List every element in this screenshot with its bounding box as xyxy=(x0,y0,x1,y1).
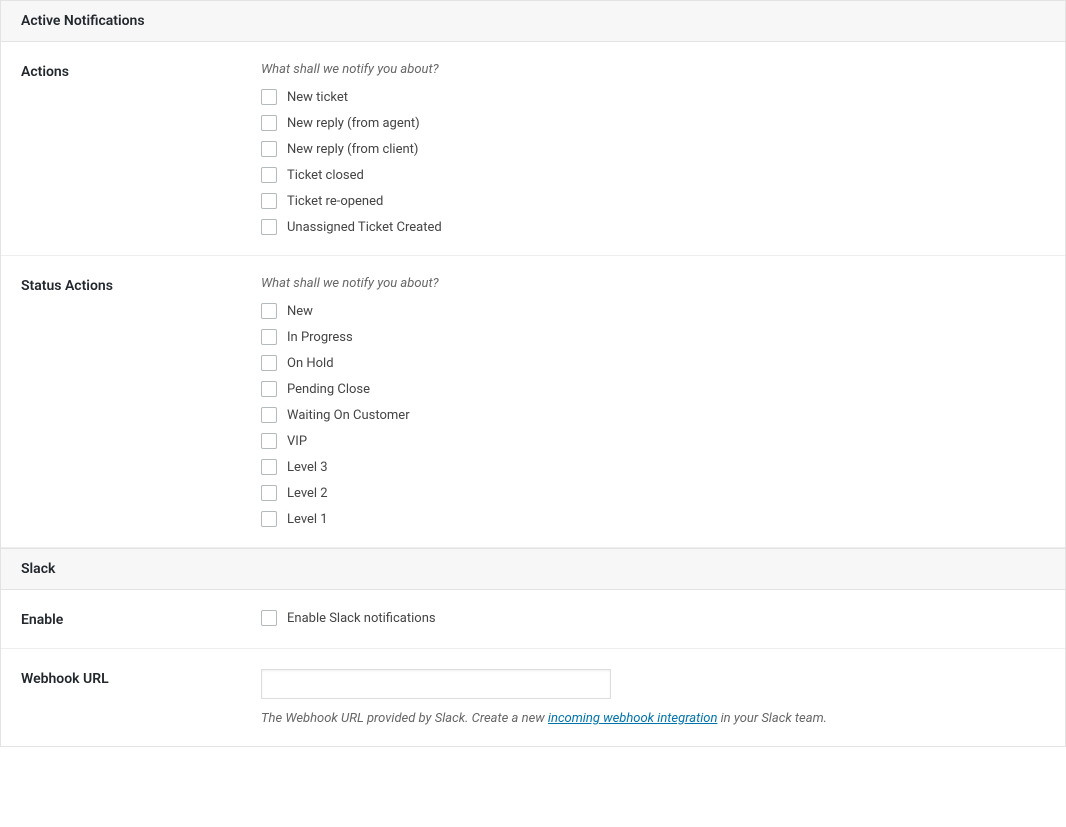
checkbox-status-level-1[interactable] xyxy=(261,511,277,527)
row-body-status-actions: What shall we notify you about? New In P… xyxy=(261,276,1045,527)
row-label-status-actions: Status Actions xyxy=(21,276,261,527)
checkbox-label: Pending Close xyxy=(287,382,370,397)
checkbox-label: Enable Slack notifications xyxy=(287,611,436,626)
row-body-webhook: The Webhook URL provided by Slack. Creat… xyxy=(261,669,1045,726)
checkbox-label: New reply (from agent) xyxy=(287,116,420,131)
checkbox-label: New ticket xyxy=(287,90,348,105)
checkbox-line-unassigned-ticket: Unassigned Ticket Created xyxy=(261,219,1045,235)
checkbox-line-new: New xyxy=(261,303,1045,319)
row-webhook-url: Webhook URL The Webhook URL provided by … xyxy=(1,649,1065,746)
row-body-enable: Enable Slack notifications xyxy=(261,610,1045,628)
checkbox-status-vip[interactable] xyxy=(261,433,277,449)
checkbox-status-in-progress[interactable] xyxy=(261,329,277,345)
checkbox-enable-slack[interactable] xyxy=(261,610,277,626)
row-label-webhook: Webhook URL xyxy=(21,669,261,726)
checkbox-status-pending-close[interactable] xyxy=(261,381,277,397)
checkbox-new-ticket[interactable] xyxy=(261,89,277,105)
checkbox-status-level-2[interactable] xyxy=(261,485,277,501)
section-header-slack: Slack xyxy=(1,548,1065,590)
checkbox-label: VIP xyxy=(287,434,307,449)
row-enable-slack: Enable Enable Slack notifications xyxy=(1,590,1065,649)
actions-prompt: What shall we notify you about? xyxy=(261,62,1045,77)
checkbox-status-waiting-customer[interactable] xyxy=(261,407,277,423)
row-status-actions: Status Actions What shall we notify you … xyxy=(1,256,1065,548)
checkbox-label: New xyxy=(287,304,313,319)
webhook-help-text: The Webhook URL provided by Slack. Creat… xyxy=(261,711,1045,726)
checkbox-line-new-ticket: New ticket xyxy=(261,89,1045,105)
checkbox-line-vip: VIP xyxy=(261,433,1045,449)
checkbox-ticket-closed[interactable] xyxy=(261,167,277,183)
checkbox-label: Level 3 xyxy=(287,460,328,475)
checkbox-line-pending-close: Pending Close xyxy=(261,381,1045,397)
checkbox-line-level-3: Level 3 xyxy=(261,459,1045,475)
section-header-active-notifications: Active Notifications xyxy=(1,1,1065,42)
row-actions: Actions What shall we notify you about? … xyxy=(1,42,1065,256)
checkbox-ticket-reopened[interactable] xyxy=(261,193,277,209)
checkbox-line-level-1: Level 1 xyxy=(261,511,1045,527)
checkbox-new-reply-client[interactable] xyxy=(261,141,277,157)
checkbox-label: On Hold xyxy=(287,356,334,371)
checkbox-label: Level 2 xyxy=(287,486,328,501)
checkbox-line-level-2: Level 2 xyxy=(261,485,1045,501)
row-body-actions: What shall we notify you about? New tick… xyxy=(261,62,1045,235)
checkbox-status-on-hold[interactable] xyxy=(261,355,277,371)
webhook-url-input[interactable] xyxy=(261,669,611,699)
checkbox-new-reply-agent[interactable] xyxy=(261,115,277,131)
settings-panel: Active Notifications Actions What shall … xyxy=(0,0,1066,747)
checkbox-label: Ticket closed xyxy=(287,168,364,183)
status-actions-prompt: What shall we notify you about? xyxy=(261,276,1045,291)
checkbox-label: Unassigned Ticket Created xyxy=(287,220,442,235)
checkbox-status-level-3[interactable] xyxy=(261,459,277,475)
row-label-actions: Actions xyxy=(21,62,261,235)
checkbox-label: In Progress xyxy=(287,330,353,345)
checkbox-label: New reply (from client) xyxy=(287,142,418,157)
row-label-enable: Enable xyxy=(21,610,261,628)
checkbox-label: Level 1 xyxy=(287,512,328,527)
checkbox-status-new[interactable] xyxy=(261,303,277,319)
checkbox-line-new-reply-client: New reply (from client) xyxy=(261,141,1045,157)
help-suffix: in your Slack team. xyxy=(717,711,827,726)
checkbox-line-in-progress: In Progress xyxy=(261,329,1045,345)
section-title: Active Notifications xyxy=(21,13,145,29)
checkbox-line-on-hold: On Hold xyxy=(261,355,1045,371)
checkbox-line-new-reply-agent: New reply (from agent) xyxy=(261,115,1045,131)
webhook-integration-link[interactable]: incoming webhook integration xyxy=(548,711,718,726)
checkbox-line-ticket-closed: Ticket closed xyxy=(261,167,1045,183)
checkbox-label: Ticket re-opened xyxy=(287,194,383,209)
section-title: Slack xyxy=(21,561,55,577)
checkbox-label: Waiting On Customer xyxy=(287,408,410,423)
checkbox-line-waiting-customer: Waiting On Customer xyxy=(261,407,1045,423)
help-prefix: The Webhook URL provided by Slack. Creat… xyxy=(261,711,548,726)
checkbox-line-enable-slack: Enable Slack notifications xyxy=(261,610,1045,626)
checkbox-unassigned-ticket[interactable] xyxy=(261,219,277,235)
checkbox-line-ticket-reopened: Ticket re-opened xyxy=(261,193,1045,209)
